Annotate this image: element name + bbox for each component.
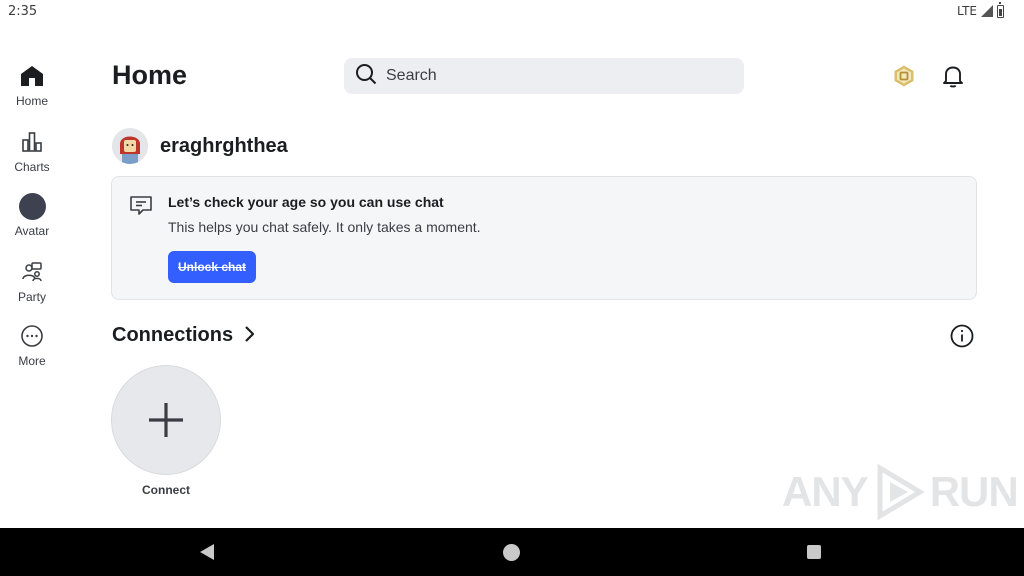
age-check-card: Let’s check your age so you can use chat… — [111, 176, 977, 300]
page-title: Home — [112, 60, 188, 90]
sidebar-item-avatar[interactable]: Avatar — [0, 192, 64, 248]
profile-avatar[interactable] — [112, 128, 148, 164]
age-check-description: This helps you chat safely. It only take… — [168, 219, 481, 235]
signal-icon — [981, 5, 993, 17]
connect-button[interactable] — [111, 365, 221, 475]
more-icon — [18, 322, 46, 350]
home-circle-icon[interactable] — [503, 544, 520, 561]
connections-title: Connections — [112, 324, 234, 346]
plus-icon — [149, 403, 183, 437]
connections-header[interactable]: Connections — [112, 324, 255, 347]
unlock-chat-button[interactable]: Unlock chat — [168, 251, 256, 283]
watermark-text-right: RUN — [929, 468, 1019, 515]
status-indicators: LTE — [957, 1, 1004, 18]
chevron-right-icon — [243, 325, 255, 347]
notifications-button[interactable] — [940, 63, 966, 89]
watermark: ANY RUN — [782, 464, 1019, 520]
battery-icon — [997, 1, 1004, 18]
network-label: LTE — [957, 4, 977, 18]
play-logo-icon — [877, 464, 924, 520]
recents-icon[interactable] — [807, 545, 821, 559]
info-icon — [950, 324, 974, 348]
back-icon[interactable] — [200, 544, 214, 560]
sidebar-item-home[interactable]: Home — [0, 62, 64, 118]
search-input[interactable]: Search — [344, 58, 744, 94]
connect-label: Connect — [142, 483, 190, 497]
watermark-text-left: ANY — [782, 468, 869, 515]
party-icon — [18, 258, 46, 286]
chat-icon — [129, 195, 153, 221]
sidebar-item-charts[interactable]: Charts — [0, 128, 64, 184]
connections-info-button[interactable] — [950, 324, 974, 348]
sidebar-item-label: Charts — [14, 160, 50, 174]
search-placeholder: Search — [386, 67, 437, 84]
android-nav-bar — [0, 528, 1024, 576]
sidebar-item-label: Home — [15, 94, 48, 108]
status-bar: 2:35 LTE — [0, 0, 1024, 24]
robux-button[interactable] — [892, 64, 916, 88]
home-icon — [18, 62, 46, 90]
sidebar-item-label: Avatar — [14, 224, 50, 238]
avatar-icon — [18, 192, 46, 220]
sidebar-item-label: More — [18, 354, 46, 368]
charts-icon — [18, 128, 46, 156]
sidebar-item-label: Party — [17, 290, 46, 304]
search-icon — [354, 62, 378, 90]
sidebar-item-party[interactable]: Party — [0, 258, 64, 314]
robux-icon — [894, 65, 914, 87]
age-check-title: Let’s check your age so you can use chat — [168, 194, 444, 210]
sidebar-item-more[interactable]: More — [0, 322, 64, 378]
status-time: 2:35 — [8, 4, 38, 19]
profile-username[interactable]: eraghrghthea — [160, 135, 288, 158]
bell-icon — [943, 66, 963, 88]
